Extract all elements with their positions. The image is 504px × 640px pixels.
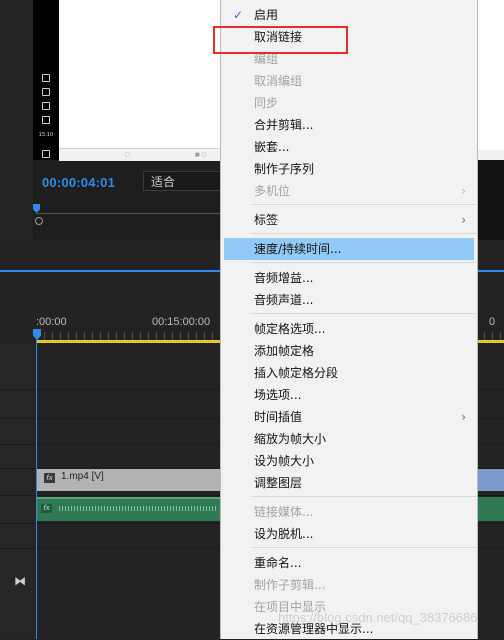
checkmark-icon: ✓ (232, 8, 244, 22)
phone-icon-b (42, 88, 50, 96)
menu-item: 取消编组 (224, 70, 474, 92)
submenu-arrow-icon: › (461, 184, 466, 198)
menu-item[interactable]: 插入帧定格分段 (224, 362, 474, 384)
menu-item[interactable]: 音频增益... (224, 267, 474, 289)
menu-item[interactable]: 速度/持续时间... (224, 238, 474, 260)
menu-item[interactable]: 合并剪辑... (224, 114, 474, 136)
right-panel-preview (478, 0, 504, 150)
menu-item-label: 速度/持续时间... (254, 242, 342, 256)
phone-icon-a (42, 74, 50, 82)
video-clip[interactable]: fx 1.mp4 [V] (37, 469, 220, 491)
video-preview-content (59, 0, 220, 148)
audio-clip-right[interactable] (478, 497, 504, 521)
bowtie-icon[interactable]: ⧓ (14, 574, 26, 588)
menu-item-label: 时间插值 (254, 410, 303, 424)
menu-item[interactable]: 帧定格选项... (224, 318, 474, 340)
menu-item-label: 设为脱机... (254, 527, 314, 541)
menu-item-label: 合并剪辑... (254, 118, 314, 132)
submenu-arrow-icon: › (461, 410, 466, 424)
menu-item-label: 帧定格选项... (254, 322, 326, 336)
menu-item-label: 设为帧大小 (254, 454, 315, 468)
video-clip-label: 1.mp4 [V] (61, 471, 104, 482)
timeline-playhead-line (36, 340, 37, 639)
playhead-timecode[interactable]: 00:00:04:01 (42, 175, 115, 190)
menu-item-label: 编组 (254, 52, 279, 66)
ruler-label-mid: 00:15:00:00 (152, 316, 211, 328)
menu-item-label: 插入帧定格分段 (254, 366, 339, 380)
menu-item[interactable]: 标签 › (224, 209, 474, 231)
video-clip-right[interactable] (478, 469, 504, 491)
menu-item-label: 同步 (254, 96, 279, 110)
menu-item-label: 添加帧定格 (254, 344, 315, 358)
preview-bar-text-a: □ (125, 152, 130, 158)
menu-item-label: 制作子剪辑... (254, 578, 326, 592)
ruler-label-start: :00:00 (36, 316, 67, 328)
menu-item-label: 音频增益... (254, 271, 314, 285)
menu-item-label: 标签 (254, 213, 279, 227)
menu-item[interactable]: 制作子序列 (224, 158, 474, 180)
menu-item-label: 链接媒体... (254, 505, 314, 519)
menu-item-label: 场选项... (254, 388, 302, 402)
menu-item[interactable]: 添加帧定格 (224, 340, 474, 362)
menu-item-label: 嵌套... (254, 140, 290, 154)
phone-icon-d (42, 116, 50, 124)
audio-clip[interactable]: fx (37, 497, 220, 521)
menu-separator (251, 233, 476, 234)
phone-status-column: 15:10 (36, 68, 56, 158)
phone-time: 15:10 (38, 132, 54, 138)
menu-item-label: 重命名... (254, 556, 302, 570)
track-header-column (0, 343, 37, 639)
menu-item[interactable]: 调整图层 (224, 472, 474, 494)
menu-separator (251, 204, 476, 205)
audio-waveform (59, 506, 218, 511)
ruler-label-right: 0 (489, 316, 496, 328)
menu-item[interactable]: 音频声道... (224, 289, 474, 311)
menu-separator (251, 313, 476, 314)
menu-item[interactable]: ✓ 启用 (224, 4, 474, 26)
menu-item[interactable]: 时间插值 › (224, 406, 474, 428)
right-panel-bar (478, 150, 504, 160)
menu-item: 制作子剪辑... (224, 574, 474, 596)
menu-item[interactable]: 重命名... (224, 552, 474, 574)
menu-item-label: 制作子序列 (254, 162, 315, 176)
preview-bar-text-b: ■ □ (195, 152, 207, 158)
phone-icon-c (42, 102, 50, 110)
menu-separator (251, 262, 476, 263)
video-preview-bottom-bar: □ ■ □ (59, 148, 220, 161)
menu-item[interactable]: 设为脱机... (224, 523, 474, 545)
monitor-in-point-icon[interactable] (35, 217, 43, 225)
submenu-arrow-icon: › (461, 213, 466, 227)
menu-item-label: 取消编组 (254, 74, 303, 88)
menu-item[interactable]: 嵌套... (224, 136, 474, 158)
monitor-scrub-bar[interactable] (36, 213, 220, 214)
audio-fx-badge-icon: fx (41, 504, 52, 513)
menu-item-label: 启用 (254, 8, 279, 22)
menu-item-label: 调整图层 (254, 476, 303, 490)
menu-item-label: 缩放为帧大小 (254, 432, 327, 446)
menu-separator (251, 547, 476, 548)
menu-item: 多机位 › (224, 180, 474, 202)
annotation-highlight-box (213, 26, 348, 54)
menu-item-label: 音频声道... (254, 293, 314, 307)
menu-item[interactable]: 场选项... (224, 384, 474, 406)
menu-item[interactable]: 设为帧大小 (224, 450, 474, 472)
fx-badge-icon: fx (44, 473, 55, 483)
fit-zoom-value: 适合 (151, 175, 176, 189)
menu-item: 链接媒体... (224, 501, 474, 523)
monitor-left-strip (0, 0, 34, 240)
menu-item[interactable]: 缩放为帧大小 (224, 428, 474, 450)
fit-zoom-select[interactable]: 适合 (143, 171, 221, 191)
menu-item-label: 多机位 (254, 184, 291, 198)
watermark: https://blog.csdn.net/qq_38376686 (278, 610, 478, 625)
context-menu: ✓ 启用 取消链接 编组 取消编组 同步 合并剪辑... 嵌套... 制作子序列 多机位 › 标签 › 速… (220, 0, 478, 639)
menu-item: 同步 (224, 92, 474, 114)
menu-separator (251, 496, 476, 497)
phone-icon-e (42, 150, 50, 158)
